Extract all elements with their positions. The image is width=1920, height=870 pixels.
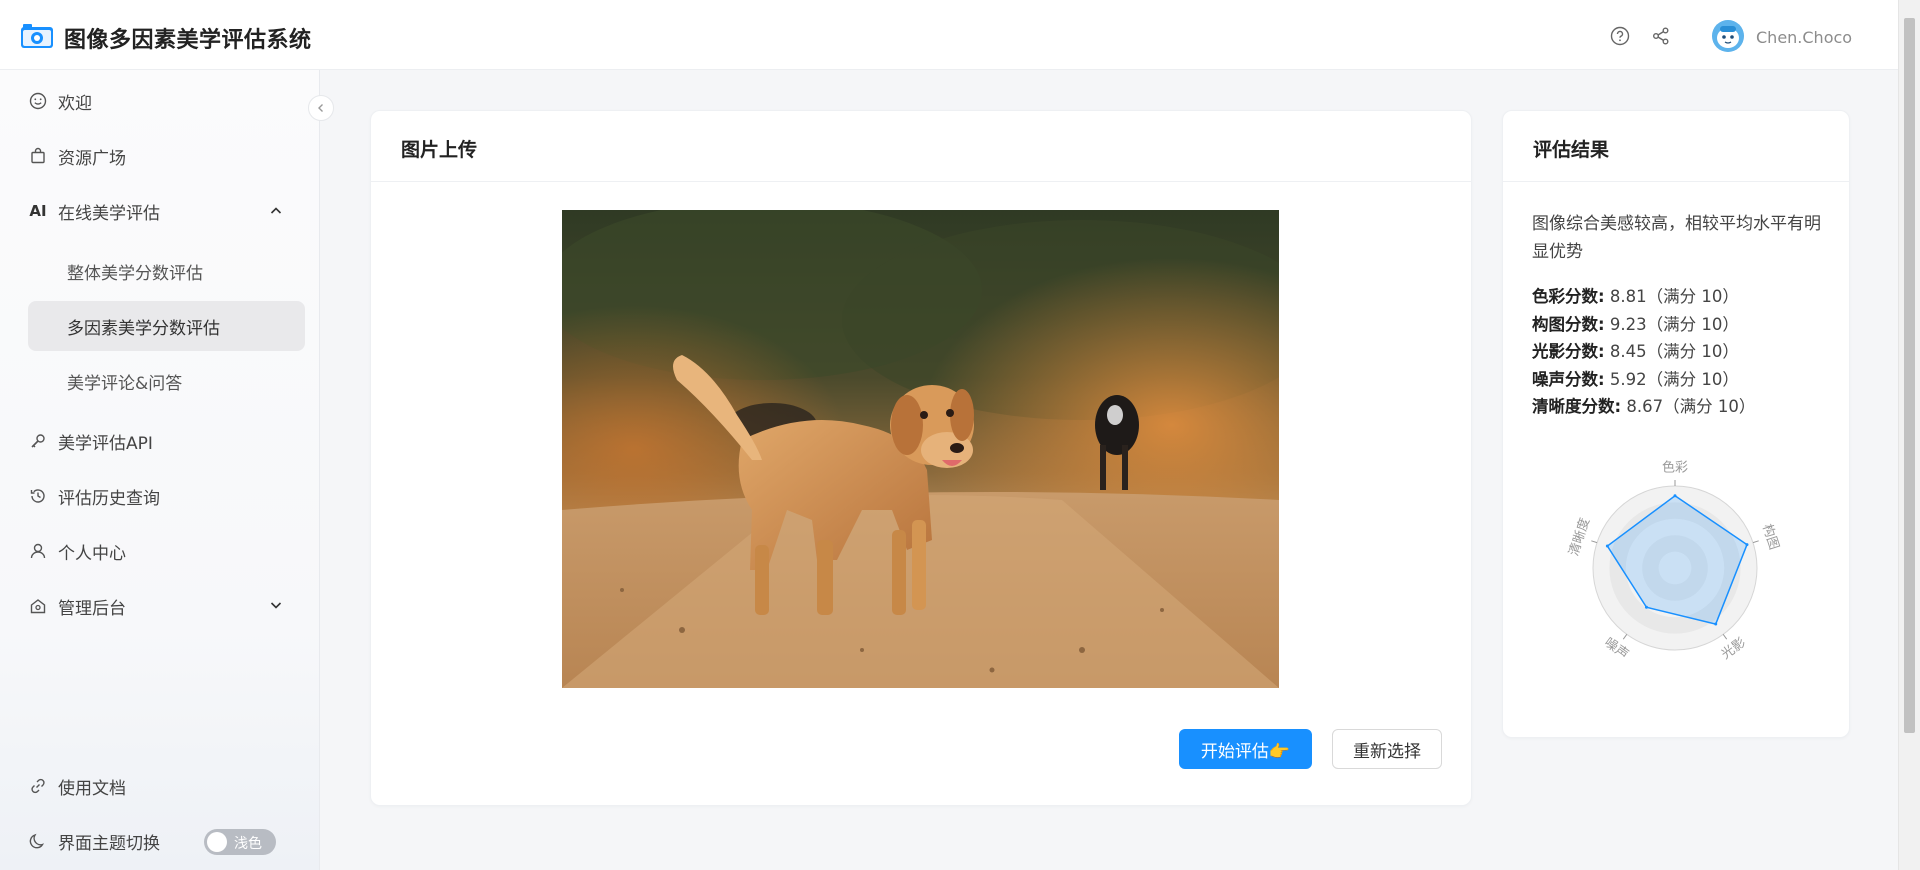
radar-point xyxy=(1673,494,1677,498)
score-row-composition: 构图分数: 9.23（满分 10） xyxy=(1532,311,1755,339)
radar-point xyxy=(1644,605,1648,609)
key-icon xyxy=(28,431,48,451)
sidebar-item-welcome[interactable]: 欢迎 xyxy=(28,76,92,126)
scrollbar-thumb[interactable] xyxy=(1904,18,1915,733)
ai-icon: AI xyxy=(29,202,47,220)
theme-label: 界面主题切换 xyxy=(58,833,160,854)
score-row-color: 色彩分数: 8.81（满分 10） xyxy=(1532,283,1755,311)
toggle-knob xyxy=(207,832,227,852)
score-label: 清晰度分数: xyxy=(1532,397,1622,416)
score-value: 8.45（满分 10） xyxy=(1609,342,1739,361)
docs-label: 使用文档 xyxy=(58,778,126,799)
sidebar-item-label: 个人中心 xyxy=(58,543,126,564)
sidebar-item-label: 在线美学评估 xyxy=(58,203,160,224)
uploaded-image xyxy=(562,210,1279,688)
help-circle-icon[interactable] xyxy=(1610,26,1630,46)
sidebar-item-api[interactable]: 美学评估API xyxy=(28,416,153,466)
radar-axis-label: 构图 xyxy=(1759,522,1781,551)
radar-point xyxy=(1714,622,1718,626)
radar-axis-label: 光影 xyxy=(1719,635,1749,662)
radar-axis-tick xyxy=(1622,634,1628,640)
app-title: 图像多因素美学评估系统 xyxy=(64,28,312,53)
sidebar-item-admin[interactable]: 管理后台 xyxy=(28,581,288,631)
theme-toggle-label: 浅色 xyxy=(234,836,262,852)
score-label: 噪声分数: xyxy=(1532,369,1605,389)
moon-icon xyxy=(28,831,48,851)
shopping-bag-icon xyxy=(28,146,48,166)
score-label: 构图分数: xyxy=(1532,314,1605,334)
chevron-left-icon xyxy=(318,104,323,112)
page-scrollbar[interactable] xyxy=(1898,0,1920,870)
result-card-title: 评估结果 xyxy=(1533,139,1610,161)
submenu-item-label: 多因素美学分数评估 xyxy=(67,318,220,339)
username[interactable]: Chen.Choco xyxy=(1756,28,1852,47)
avatar[interactable] xyxy=(1712,20,1744,52)
radar-point xyxy=(1605,544,1609,548)
theme-switch-row: 界面主题切换 xyxy=(28,816,160,866)
admin-icon xyxy=(28,596,48,616)
sidebar-collapse-button[interactable] xyxy=(308,95,334,121)
sidebar-item-label: 欢迎 xyxy=(58,93,92,114)
score-row-noise: 噪声分数: 5.92（满分 10） xyxy=(1532,366,1755,394)
score-row-lighting: 光影分数: 8.45（满分 10） xyxy=(1532,338,1755,366)
smile-icon xyxy=(28,91,48,111)
score-row-sharpness: 清晰度分数: 8.67（满分 10） xyxy=(1532,393,1755,421)
sidebar-item-label: 资源广场 xyxy=(58,148,126,169)
dog-photo-icon xyxy=(562,210,1279,688)
submenu-item-comment-qa[interactable]: 美学评论&问答 xyxy=(28,356,305,406)
radar-axis-tick xyxy=(1752,540,1759,544)
submenu-item-label: 整体美学分数评估 xyxy=(67,263,203,284)
sidebar-docs-link[interactable]: 使用文档 xyxy=(28,761,126,811)
score-value: 9.23（满分 10） xyxy=(1609,314,1739,334)
result-summary: 图像综合美感较高，相较平均水平有明显优势 xyxy=(1532,214,1821,262)
score-label: 光影分数: xyxy=(1532,342,1605,361)
radar-axis-tick xyxy=(1591,540,1598,544)
sidebar-item-label: 美学评估API xyxy=(58,433,153,454)
sidebar-item-profile[interactable]: 个人中心 xyxy=(28,526,126,576)
radar-axis-label: 噪声 xyxy=(1601,635,1631,662)
score-list: 色彩分数: 8.81（满分 10） 构图分数: 9.23（满分 10） 光影分数… xyxy=(1532,283,1755,421)
link-icon xyxy=(28,776,48,796)
upload-card-title: 图片上传 xyxy=(401,139,478,161)
submenu-item-label: 美学评论&问答 xyxy=(67,373,183,394)
sidebar-item-resources[interactable]: 资源广场 xyxy=(28,131,126,181)
chevron-up-icon[interactable] xyxy=(268,203,284,219)
top-header: 图像多因素美学评估系统 Chen.Choco xyxy=(0,0,1898,70)
radar-point xyxy=(1745,543,1749,547)
reselect-button[interactable]: 重新选择 xyxy=(1332,729,1442,769)
avatar-face-icon xyxy=(1712,20,1744,52)
card-divider xyxy=(1503,181,1849,182)
theme-toggle[interactable]: 浅色 xyxy=(204,829,276,855)
sidebar-item-label: 管理后台 xyxy=(58,598,126,619)
camera-logo-icon xyxy=(21,24,53,48)
sidebar-item-label: 评估历史查询 xyxy=(58,488,160,509)
user-icon xyxy=(28,541,48,561)
score-value: 8.67（满分 10） xyxy=(1626,397,1756,416)
radar-axis-tick xyxy=(1722,634,1728,640)
score-label: 色彩分数: xyxy=(1532,287,1605,306)
share-icon[interactable] xyxy=(1651,26,1671,46)
radar-axis-label: 清晰度 xyxy=(1566,516,1593,558)
radar-axis-label: 色彩 xyxy=(1662,460,1688,476)
radar-chart: 色彩构图光影 噪声 清晰度 xyxy=(1566,460,1781,663)
submenu-item-overall-score[interactable]: 整体美学分数评估 xyxy=(28,246,305,296)
score-value: 8.81（满分 10） xyxy=(1609,287,1739,306)
submenu-item-multi-factor-score[interactable]: 多因素美学分数评估 xyxy=(28,301,305,351)
start-eval-button[interactable]: 开始评估👉 xyxy=(1179,729,1312,769)
score-value: 5.92（满分 10） xyxy=(1609,369,1739,389)
sidebar-item-history[interactable]: 评估历史查询 xyxy=(28,471,160,521)
card-divider xyxy=(371,181,1471,182)
history-icon xyxy=(28,486,48,506)
sidebar-item-online-eval[interactable]: AI 在线美学评估 xyxy=(28,186,288,236)
chevron-down-icon[interactable] xyxy=(268,597,284,613)
